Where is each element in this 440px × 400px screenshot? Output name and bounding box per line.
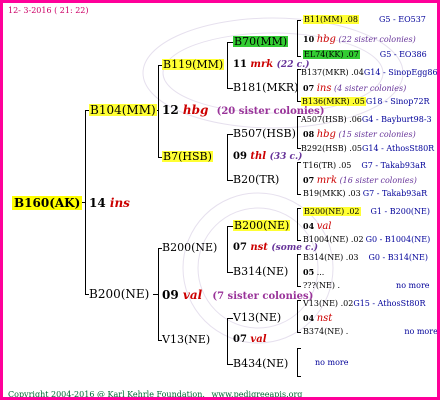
footer-copyright: Copyright 2004-2016 @ Karl Kehrle Founda… xyxy=(8,390,302,399)
root-queen[interactable]: B160(AK) xyxy=(12,196,83,210)
gen3-queen-5[interactable]: B314(NE) xyxy=(233,266,288,277)
connector xyxy=(297,208,298,240)
gen1-year-1: 09 val (7 sister colonies) xyxy=(162,288,314,302)
gen3-queen-3[interactable]: B20(TR) xyxy=(233,174,279,185)
gen4-row-15[interactable]: B314(NE) .03 G0 - B314(NE) xyxy=(303,254,428,262)
gen4-row-5[interactable]: B136(MKR) .05G18 - Sinop72R xyxy=(301,97,430,106)
connector xyxy=(297,208,301,209)
gen3-queen-6[interactable]: V13(NE) xyxy=(233,312,281,323)
connector xyxy=(297,20,301,21)
gen1-siblings-1: (7 sister colonies) xyxy=(212,291,314,302)
root-year: 14 ins xyxy=(89,196,130,210)
copyright-text: Copyright 2004-2016 @ Karl Kehrle Founda… xyxy=(8,390,205,399)
connector xyxy=(297,286,301,287)
gen2-siblings-2: (some c.) xyxy=(271,243,319,253)
gen1-race-1: val xyxy=(182,288,203,302)
connector xyxy=(297,162,301,163)
connector xyxy=(297,332,301,333)
connector xyxy=(297,348,298,376)
gen4-row-14[interactable]: B1004(NE) .02 G0 - B1004(NE) xyxy=(303,236,430,244)
gen3-queen-1[interactable]: B181(MKR) xyxy=(233,82,298,93)
gen4-row-9[interactable]: T16(TR) .05 G7 - Takab93aR xyxy=(303,162,426,170)
gen4-row-16: 05 ... xyxy=(303,267,325,277)
gen2-race-1: thl xyxy=(250,151,267,162)
gen2-queen-0[interactable]: B119(MM) xyxy=(162,59,225,70)
connector xyxy=(297,56,301,57)
gen4-row-0[interactable]: B11(MM) .08 G5 - EO537 xyxy=(303,15,426,24)
connector xyxy=(85,110,86,295)
connector xyxy=(297,116,298,148)
connector xyxy=(297,240,301,241)
gen4-row-20[interactable]: B374(NE) . no more xyxy=(303,328,437,336)
gen4-row-7: 08 hbg (15 sister colonies) xyxy=(303,129,416,140)
gen3-year-6: 07 val xyxy=(233,334,267,345)
connector xyxy=(297,162,298,194)
gen2-year-0: 11 mrk (22 c.) xyxy=(233,59,310,70)
connector xyxy=(227,42,228,88)
gen4-row-19: 04 nst xyxy=(303,313,333,324)
date-header: 12- 3-2016 ( 21: 22) xyxy=(8,6,89,15)
gen4-row-13: 04 val xyxy=(303,221,332,232)
gen3-queen-7[interactable]: B434(NE) xyxy=(233,358,288,369)
connector xyxy=(227,134,228,180)
connector xyxy=(158,248,159,340)
gen4-row-11[interactable]: B19(MKK) .03 G7 - Takab93aR xyxy=(303,190,427,198)
gen4-row-18[interactable]: V13(NE) .02G15 - AthosSt80R xyxy=(303,300,426,308)
connector xyxy=(297,194,301,195)
connector xyxy=(297,254,301,255)
root-race: ins xyxy=(109,196,130,210)
gen3-queen-4[interactable]: B200(NE) xyxy=(233,220,291,231)
gen4-row-4: 07 ins (4 sister colonies) xyxy=(303,83,407,94)
gen4-row-10: 07 mrk (16 sister colonies) xyxy=(303,175,417,186)
connector xyxy=(297,376,301,377)
gen2-race-2: nst xyxy=(250,242,268,253)
gen4-row-6[interactable]: A507(HSB) .06G4 - Bayburt98-3 xyxy=(301,116,432,124)
connector xyxy=(297,20,298,56)
gen2-queen-3[interactable]: V13(NE) xyxy=(162,334,210,345)
gen1-queen-0[interactable]: B104(MM) xyxy=(89,104,157,116)
gen2-queen-2[interactable]: B200(NE) xyxy=(162,242,217,253)
connector xyxy=(297,254,298,286)
gen2-queen-1[interactable]: B7(HSB) xyxy=(162,151,213,162)
connector xyxy=(158,65,159,157)
connector xyxy=(227,318,228,364)
gen4-row-17[interactable]: ???(NE) . no more xyxy=(303,282,430,290)
gen2-year-2: 07 nst (some c.) xyxy=(233,242,319,253)
gen2-race-0: mrk xyxy=(250,59,274,70)
gen3-race-6: val xyxy=(250,334,267,345)
gen3-queen-0[interactable]: B70(MM) xyxy=(233,36,289,47)
gen4-row-2[interactable]: EL74(KK) .07 G5 - EO386 xyxy=(303,50,427,59)
connector xyxy=(297,348,301,349)
site-link[interactable]: www.pedigreeapis.org xyxy=(211,390,302,398)
gen2-year-1: 09 thl (33 c.) xyxy=(233,151,303,162)
gen4-row-1: 10 hbg (22 sister colonies) xyxy=(303,34,416,45)
pedigree-page: 12- 3-2016 ( 21: 22) Copyright 2004-2016… xyxy=(0,0,440,400)
gen2-siblings-1: (33 c.) xyxy=(269,152,303,162)
gen1-race-0: hbg xyxy=(182,103,209,117)
gen1-queen-1[interactable]: B200(NE) xyxy=(89,288,149,300)
gen3-queen-2[interactable]: B507(HSB) xyxy=(233,128,296,139)
gen4-row-3[interactable]: B137(MKR) .04G14 - SinopEgg86R xyxy=(301,69,437,77)
connector xyxy=(227,226,228,272)
gen4-row-12[interactable]: B200(NE) .02 G1 - B200(NE) xyxy=(303,207,430,216)
gen4-row-8[interactable]: B292(HSB) .05G14 - AthosSt80R xyxy=(301,145,434,153)
gen4-row-21: no more xyxy=(315,358,349,367)
connector xyxy=(297,300,298,332)
